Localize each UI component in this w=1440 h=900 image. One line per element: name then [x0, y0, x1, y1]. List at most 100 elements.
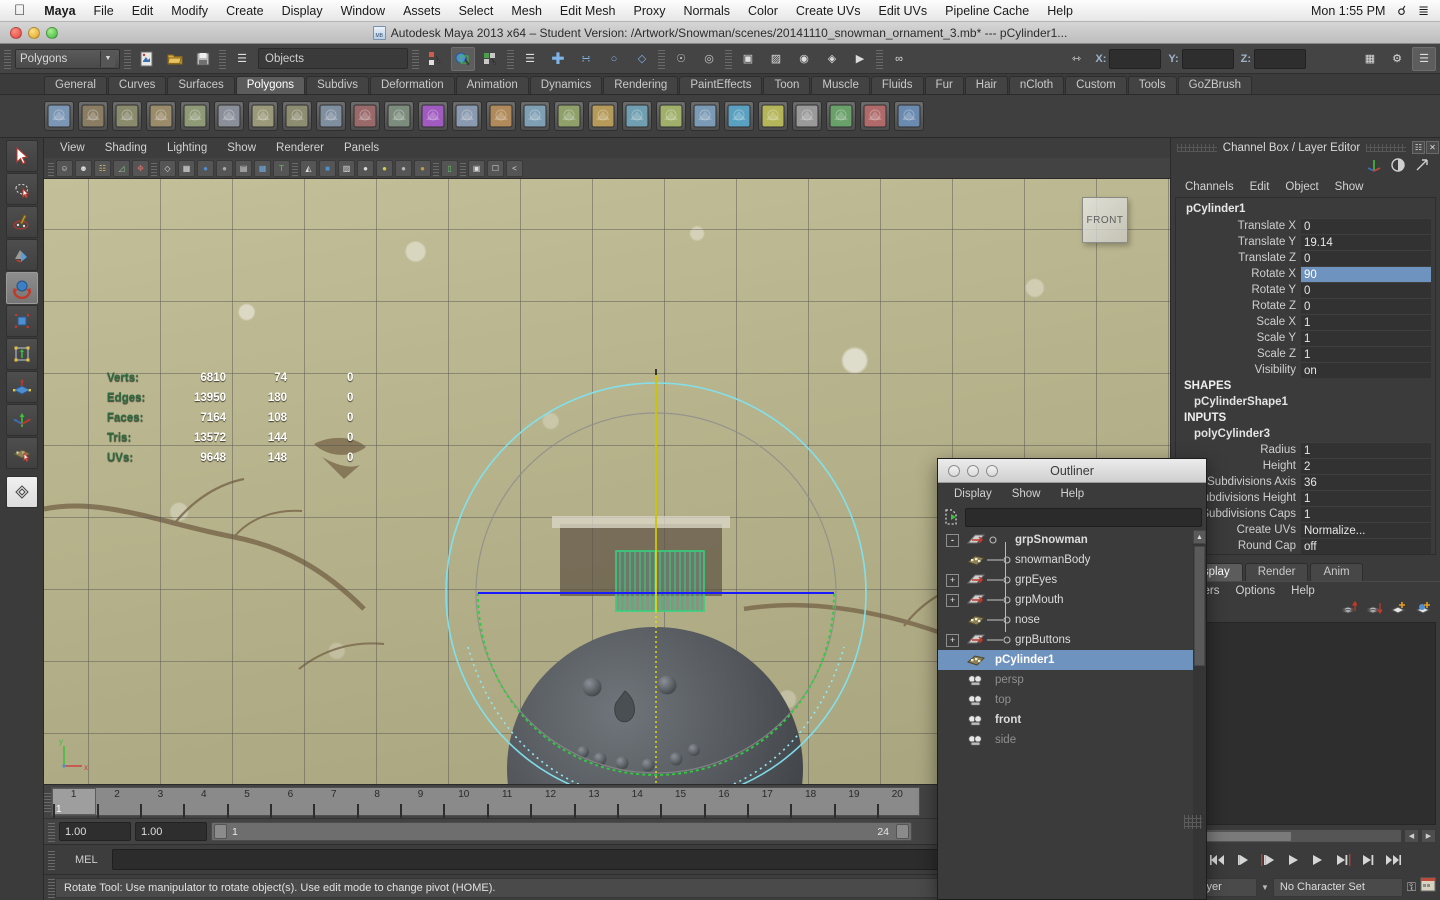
outliner-tree[interactable]: - grpSnowman snowmanBody + grpEyes + grpMouth n… [938, 530, 1206, 899]
transform-channel-row[interactable]: Scale Z 1 [1180, 346, 1431, 362]
show-tool-settings-icon[interactable]: ⚙ [1385, 47, 1409, 71]
outliner-window[interactable]: Outliner Display Show Help - grpSnowman snow… [937, 458, 1207, 900]
menu-item-mesh[interactable]: Mesh [502, 4, 551, 18]
statusline-grip[interactable] [4, 48, 11, 69]
shelf-tab-curves[interactable]: Curves [107, 76, 167, 94]
shelf-tab-deformation[interactable]: Deformation [369, 76, 455, 94]
input-channel-row[interactable]: Create UVs Normalize... [1180, 522, 1431, 538]
outliner-item-grpMouth[interactable]: + grpMouth [938, 590, 1206, 610]
x-input[interactable] [1109, 48, 1162, 69]
no-lights-icon[interactable]: ● [395, 159, 412, 177]
scroll-left-icon[interactable]: ◀ [1404, 828, 1419, 843]
channel-box-expand-icon[interactable] [1414, 157, 1430, 178]
menu-item-assets[interactable]: Assets [394, 4, 450, 18]
step-forward-keyframe-icon[interactable] [1357, 850, 1379, 870]
shelf-tab-animation[interactable]: Animation [455, 76, 529, 94]
grip[interactable] [433, 160, 439, 176]
go-to-end-icon[interactable] [1382, 850, 1404, 870]
transform-channel-row[interactable]: Translate Y 19.14 [1180, 234, 1431, 250]
grip[interactable] [48, 849, 55, 870]
channel-value[interactable]: 0 [1301, 250, 1431, 266]
list-icon[interactable]: ≣ [1418, 3, 1429, 19]
outliner-menu-help[interactable]: Help [1051, 488, 1095, 500]
uv-texture-editor-icon[interactable] [894, 101, 924, 131]
move-tool[interactable] [5, 239, 38, 271]
render-view-icon[interactable]: ▨ [764, 47, 788, 71]
transform-channel-row[interactable]: Rotate Z 0 [1180, 298, 1431, 314]
channel-value[interactable]: 19.14 [1301, 234, 1431, 250]
scroll-thumb[interactable] [1194, 546, 1205, 666]
grip[interactable] [44, 791, 51, 812]
shelf-tab-rendering[interactable]: Rendering [603, 76, 679, 94]
shelf-tab-subdivs[interactable]: Subdivs [306, 76, 369, 94]
channel-value[interactable]: 1 [1301, 346, 1431, 362]
wireframe-shading-icon[interactable]: ◇ [159, 159, 176, 177]
separate-icon[interactable] [486, 101, 516, 131]
snap-to-point-icon[interactable]: ○ [602, 47, 626, 71]
channel-value[interactable]: Normalize... [1301, 522, 1431, 538]
outliner-menu-show[interactable]: Show [1002, 488, 1051, 500]
append-polygon-icon[interactable] [724, 101, 754, 131]
expand-icon[interactable]: + [946, 593, 959, 607]
channel-value[interactable]: 1 [1301, 506, 1431, 522]
expand-icon[interactable]: + [946, 633, 959, 647]
input-channel-row[interactable]: Height 2 [1180, 458, 1431, 474]
render-settings-icon[interactable]: ◉ [792, 47, 816, 71]
range-bar[interactable]: 1 24 [211, 822, 912, 841]
viewport-menu-view[interactable]: View [50, 142, 95, 154]
menu-item-edit-mesh[interactable]: Edit Mesh [551, 4, 625, 18]
last-tool-used[interactable] [5, 437, 38, 469]
extrude-icon[interactable] [622, 101, 652, 131]
menu-item-display[interactable]: Display [273, 4, 332, 18]
channel-value[interactable]: 0 [1301, 298, 1431, 314]
sphere-tool-icon[interactable] [44, 101, 74, 131]
shelf-tab-painteffects[interactable]: PaintEffects [679, 76, 763, 94]
use-default-material-icon[interactable]: T [273, 159, 290, 177]
grip[interactable] [292, 160, 298, 176]
outliner-scrollbar[interactable]: ▲ [1193, 530, 1206, 899]
shelf-tab-tools[interactable]: Tools [1127, 76, 1177, 94]
shelf-tab-ncloth[interactable]: nCloth [1008, 76, 1065, 94]
new-scene-icon[interactable] [135, 47, 159, 71]
step-forward-frame-icon[interactable] [1332, 850, 1354, 870]
bookmarks-icon[interactable]: ☷ [94, 159, 111, 177]
grip[interactable] [48, 877, 55, 898]
play-backwards-icon[interactable] [1282, 850, 1304, 870]
menu-item-create[interactable]: Create [217, 4, 273, 18]
select-tool[interactable] [5, 140, 38, 172]
pipe-tool-icon[interactable] [316, 101, 346, 131]
two-d-pan-zoom-icon[interactable]: ✥ [132, 159, 149, 177]
lasso-tool[interactable] [5, 173, 38, 205]
outliner-item-front[interactable]: front [938, 710, 1206, 730]
outliner-filter-input[interactable] [965, 507, 1202, 527]
transform-channel-row[interactable]: Rotate Y 0 [1180, 282, 1431, 298]
command-input[interactable] [111, 849, 952, 870]
outliner-menu-display[interactable]: Display [944, 488, 1002, 500]
outliner-item-grpEyes[interactable]: + grpEyes [938, 570, 1206, 590]
grip[interactable] [658, 48, 665, 69]
open-history-icon[interactable]: ▣ [736, 47, 760, 71]
shape-node-name[interactable]: pCylinderShape1 [1180, 394, 1431, 410]
grip[interactable] [460, 160, 466, 176]
selection-mask-field[interactable]: Objects [258, 48, 408, 69]
universal-manipulator-tool[interactable] [5, 338, 38, 370]
high-quality-render-icon[interactable]: ● [357, 159, 374, 177]
channel-box-menu-edit[interactable]: Edit [1242, 181, 1278, 193]
collapse-icon[interactable]: - [946, 533, 959, 547]
film-gate-icon[interactable]: ☐ [487, 159, 504, 177]
transform-channel-row[interactable]: Translate X 0 [1180, 218, 1431, 234]
menu-item-maya[interactable]: Maya [35, 4, 84, 18]
scale-tool[interactable] [5, 305, 38, 337]
snap-to-grid-icon[interactable]: ✚ [546, 47, 570, 71]
platonic-tool-icon[interactable] [418, 101, 448, 131]
range-right-handle[interactable] [896, 824, 909, 839]
cylinder-tool-icon[interactable] [112, 101, 142, 131]
channel-box-axis-icon[interactable] [1366, 157, 1382, 178]
input-channel-row[interactable]: Subdivisions Height 1 [1180, 490, 1431, 506]
apple-icon[interactable]:  [14, 3, 25, 18]
shelf-tab-polygons[interactable]: Polygons [235, 76, 306, 94]
make-live-icon[interactable]: ◎ [697, 47, 721, 71]
move-layer-down-icon[interactable] [1365, 600, 1384, 620]
outliner-item-grpButtons[interactable]: + grpButtons [938, 630, 1206, 650]
viewport-menu-lighting[interactable]: Lighting [157, 142, 217, 154]
